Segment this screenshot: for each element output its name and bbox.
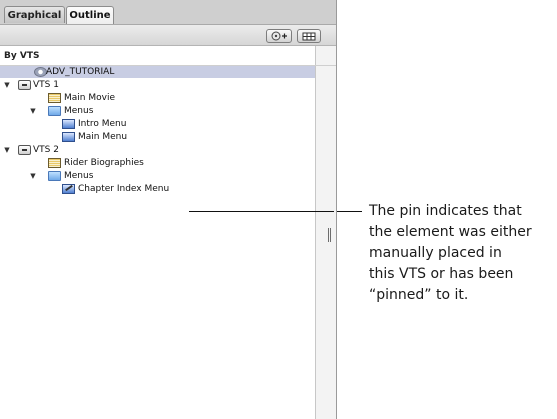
outline-row-chapter-index-menu[interactable]: Chapter Index Menu [0, 183, 315, 195]
callout-leader-line [337, 211, 362, 212]
movie-track-icon [48, 158, 61, 168]
outline-row-main-movie[interactable]: Main Movie [0, 92, 315, 104]
row-label: Chapter Index Menu [78, 184, 170, 194]
outline-row-intro-menu[interactable]: Intro Menu [0, 118, 315, 130]
vts-icon [18, 145, 31, 155]
row-label: Menus [64, 171, 94, 181]
disclosure-triangle-icon[interactable]: ▼ [28, 105, 38, 117]
row-label: Main Movie [64, 93, 115, 103]
tab-outline[interactable]: Outline [66, 6, 114, 24]
row-label: VTS 2 [33, 145, 59, 155]
pinned-menu-icon [62, 184, 75, 194]
outline-toolbar [0, 24, 336, 46]
callout-line: this VTS or has been [369, 266, 514, 282]
grid-view-icon [302, 32, 316, 40]
disclosure-triangle-icon[interactable]: ▼ [2, 144, 12, 156]
outline-list: By VTS ADV_TUTORIAL ▼ VTS 1 Main Movie ▼… [0, 46, 315, 419]
panel-border [336, 0, 337, 419]
callout-line: “pinned” to it. [369, 287, 469, 303]
outline-row-vts1[interactable]: ▼ VTS 1 [0, 79, 315, 91]
movie-track-icon [48, 93, 61, 103]
view-options-button[interactable] [297, 29, 321, 43]
outline-row-disc[interactable]: ADV_TUTORIAL [0, 66, 315, 78]
header-divider [0, 65, 336, 66]
outline-row-menus-vts2[interactable]: ▼ Menus [0, 170, 315, 182]
callout-line: the element was either [369, 224, 532, 240]
outline-side-column [315, 46, 336, 419]
row-label: Menus [64, 106, 94, 116]
callout-leader-line [189, 211, 334, 212]
tab-graphical[interactable]: Graphical [4, 6, 65, 23]
menu-icon [62, 119, 75, 129]
vts-icon [18, 80, 31, 90]
tab-bar: Graphical Outline [0, 0, 337, 24]
menu-icon [62, 132, 75, 142]
row-label: Rider Biographies [64, 158, 144, 168]
outline-row-main-menu[interactable]: Main Menu [0, 131, 315, 143]
outline-panel: Graphical Outline By VTS ADV_TUTORIAL ▼ [0, 0, 337, 419]
add-vts-button[interactable] [266, 29, 292, 43]
row-label: Intro Menu [78, 119, 127, 129]
disclosure-triangle-icon[interactable]: ▼ [28, 170, 38, 182]
disc-plus-icon [271, 31, 287, 41]
splitter-handle[interactable] [328, 228, 331, 242]
folder-icon [48, 106, 61, 116]
outline-row-menus-vts1[interactable]: ▼ Menus [0, 105, 315, 117]
outline-row-rider-biographies[interactable]: Rider Biographies [0, 157, 315, 169]
row-label: VTS 1 [33, 80, 59, 90]
outline-row-vts2[interactable]: ▼ VTS 2 [0, 144, 315, 156]
callout-line: The pin indicates that [369, 203, 522, 219]
section-header-by-vts: By VTS [0, 46, 315, 66]
disclosure-triangle-icon[interactable]: ▼ [2, 79, 12, 91]
row-label: ADV_TUTORIAL [46, 67, 115, 77]
callout-line: manually placed in [369, 245, 502, 261]
callout-text: The pin indicates that the element was e… [369, 201, 554, 306]
folder-icon [48, 171, 61, 181]
row-label: Main Menu [78, 132, 128, 142]
